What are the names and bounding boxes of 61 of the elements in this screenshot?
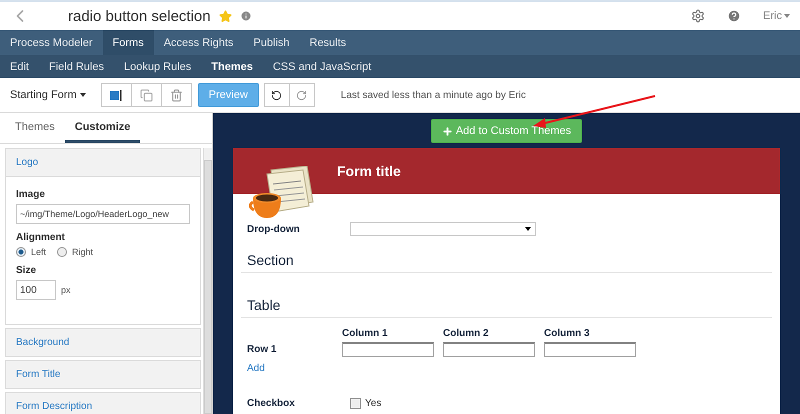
size-field[interactable]: 100 — [16, 280, 56, 300]
radio-label: Left — [31, 247, 46, 257]
edit-button[interactable] — [100, 83, 132, 107]
sub-nav-tab[interactable]: CSS and JavaScript — [262, 55, 382, 78]
nav-tab[interactable]: Process Modeler — [0, 30, 103, 55]
news-coffee-drawing — [249, 166, 315, 220]
sub-nav-tab[interactable]: Themes — [201, 55, 263, 78]
user-menu[interactable]: Eric — [763, 10, 790, 22]
section-header[interactable]: Form Description — [5, 392, 201, 414]
redo-icon — [296, 90, 308, 100]
section-header[interactable]: Background — [5, 328, 201, 357]
form-title: Form title — [337, 163, 401, 179]
settings-icon[interactable] — [691, 9, 706, 23]
plus-icon — [442, 126, 453, 136]
section-heading: Section — [241, 236, 772, 273]
radio-button[interactable] — [16, 247, 26, 257]
field-label: Drop-down — [247, 224, 301, 234]
unit-label: px — [61, 285, 71, 295]
sub-nav-tab[interactable]: Edit — [0, 55, 39, 78]
info-icon[interactable] — [240, 10, 252, 22]
column-header: Column 1 — [342, 328, 389, 339]
field-label: Alignment — [16, 232, 66, 243]
form-menu[interactable]: Starting Form — [10, 89, 86, 101]
panel-tab[interactable]: Customize — [64, 113, 140, 143]
section-header[interactable]: Logo — [5, 148, 201, 177]
table-input[interactable] — [544, 342, 636, 357]
sub-nav-tab[interactable]: Lookup Rules — [114, 55, 202, 78]
section-header[interactable]: Form Title — [5, 360, 201, 389]
star-icon[interactable] — [218, 10, 232, 22]
field-label: Checkbox — [247, 398, 296, 409]
column-header: Column 3 — [544, 328, 591, 339]
trash-icon — [170, 88, 183, 102]
text-box-icon — [110, 89, 122, 101]
copy-icon — [140, 88, 153, 102]
save-status: Last saved less than a minute ago by Eric — [340, 90, 526, 100]
scrollbar[interactable] — [203, 148, 212, 414]
add-row-link[interactable]: Add — [247, 363, 766, 374]
nav-tab[interactable]: Publish — [243, 30, 300, 55]
nav-tab[interactable]: Access Rights — [154, 30, 244, 55]
sub-nav-tab[interactable]: Field Rules — [38, 55, 114, 78]
row-label: Row 1 — [247, 344, 278, 355]
section-heading: Table — [241, 273, 772, 318]
checkbox-label: Yes — [365, 398, 382, 409]
undo-icon — [271, 90, 282, 100]
dropdown-field[interactable] — [350, 222, 536, 236]
nav-tab[interactable]: Forms — [102, 30, 154, 55]
table-input[interactable] — [342, 342, 434, 357]
radio-label: Right — [72, 247, 94, 257]
nav-tab[interactable]: Results — [300, 30, 356, 55]
panel-tab[interactable]: Themes — [5, 113, 65, 143]
image-path-field[interactable]: ~/img/Theme/Logo/HeaderLogo_new — [16, 204, 190, 224]
undo-button[interactable] — [264, 83, 290, 107]
help-icon[interactable] — [727, 9, 742, 23]
page-title: radio button selection — [68, 8, 211, 24]
checkbox[interactable] — [350, 398, 361, 409]
field-label: Size — [16, 265, 38, 276]
field-label: Image — [16, 189, 46, 200]
column-header: Column 2 — [443, 328, 490, 339]
table-input[interactable] — [443, 342, 535, 357]
delete-button[interactable] — [160, 83, 192, 107]
radio-button[interactable] — [57, 247, 68, 257]
